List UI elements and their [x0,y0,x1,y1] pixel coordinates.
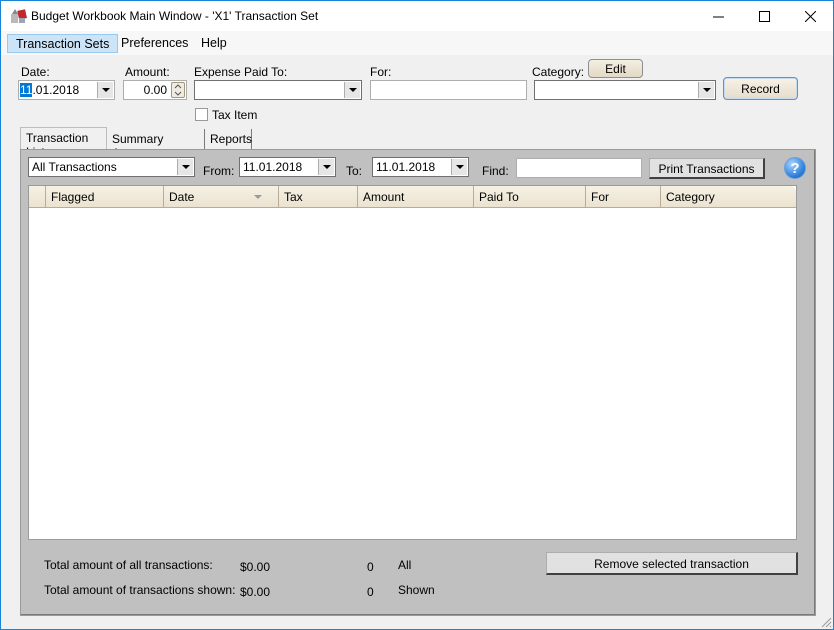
category-combobox[interactable] [534,80,716,100]
column-date-label: Date [169,190,195,204]
to-date-dropdown-button[interactable] [451,159,467,175]
column-paid-to[interactable]: Paid To [474,186,586,208]
amount-spin-buttons[interactable] [171,82,185,98]
resize-grip-icon[interactable] [820,616,832,628]
to-date-value: 11.01.2018 [376,160,436,174]
from-date-picker[interactable]: 11.01.2018 [239,157,336,177]
chevron-down-icon [322,165,331,169]
chevron-down-icon [348,88,357,92]
column-tax[interactable]: Tax [279,186,358,208]
transaction-filter-value: All Transactions [32,160,117,174]
title-bar: Budget Workbook Main Window - 'X1' Trans… [1,1,833,31]
tax-item-checkbox[interactable] [195,108,208,121]
date-selected-part: 11 [20,83,33,97]
menu-help[interactable]: Help [193,34,235,53]
category-dropdown-button[interactable] [698,82,714,98]
column-date[interactable]: Date [164,186,279,208]
spin-up-down-icon [174,84,182,96]
amount-label: Amount: [125,65,170,79]
row-header-column [29,186,46,208]
help-icon[interactable]: ? [784,157,806,179]
tax-item-label: Tax Item [212,108,258,122]
record-button[interactable]: Record [723,77,798,100]
edit-category-button[interactable]: Edit [588,59,643,78]
maximize-icon [758,10,770,22]
minimize-button[interactable] [695,1,741,31]
close-icon [804,10,816,22]
for-label: For: [370,65,392,79]
to-label: To: [346,164,363,178]
window-title: Budget Workbook Main Window - 'X1' Trans… [31,9,319,23]
chevron-down-icon [181,165,190,169]
tab-reports[interactable]: Reports [205,129,252,149]
column-amount[interactable]: Amount [358,186,474,208]
transaction-list-panel: All Transactions From: 11.01.2018 To: 11… [20,149,816,616]
transaction-filter-combobox[interactable]: All Transactions [28,157,195,177]
transactions-grid[interactable]: Flagged Date Tax Amount Paid To For Cate… [28,185,797,540]
total-shown-suffix: Shown [398,583,435,597]
amount-stepper[interactable]: 0.00 [123,80,187,100]
remove-selected-transaction-button[interactable]: Remove selected transaction [546,552,798,575]
total-all-count: 0 [367,560,374,574]
main-window: Budget Workbook Main Window - 'X1' Trans… [0,0,834,630]
chevron-down-icon [702,88,711,92]
sort-descending-icon [254,195,262,199]
date-label: Date: [21,65,50,79]
column-for[interactable]: For [586,186,661,208]
menu-bar: Transaction Sets Preferences Help [1,31,833,55]
app-icon [11,9,27,23]
paid-to-dropdown-button[interactable] [344,82,360,98]
paid-to-combobox[interactable] [194,80,362,100]
for-input[interactable] [370,80,527,100]
from-label: From: [203,164,235,178]
find-input[interactable] [516,158,642,178]
close-button[interactable] [787,1,833,31]
column-category[interactable]: Category [661,186,796,208]
maximize-button[interactable] [741,1,787,31]
menu-transaction-sets[interactable]: Transaction Sets [7,34,119,53]
tab-transaction-list[interactable]: Transaction List [20,127,107,159]
from-date-dropdown-button[interactable] [318,159,334,175]
menu-preferences[interactable]: Preferences [113,34,196,53]
chevron-down-icon [101,88,110,92]
date-rest-part: .01.2018 [32,83,80,97]
find-label: Find: [482,164,509,178]
print-transactions-button[interactable]: Print Transactions [649,158,765,179]
total-all-label: Total amount of all transactions: [44,558,213,572]
tab-summary-amounts[interactable]: Summary Amounts [107,129,205,160]
total-shown-label: Total amount of transactions shown: [44,583,236,597]
column-flagged[interactable]: Flagged [46,186,164,208]
total-shown-count: 0 [367,585,374,599]
paid-to-label: Expense Paid To: [194,65,288,79]
total-shown-amount: $0.00 [240,585,271,599]
grid-header: Flagged Date Tax Amount Paid To For Cate… [29,186,796,208]
total-all-suffix: All [398,558,412,572]
chevron-down-icon [455,165,464,169]
date-picker[interactable]: 11.01.2018 [18,80,115,100]
to-date-picker[interactable]: 11.01.2018 [372,157,469,177]
filter-dropdown-button[interactable] [177,159,193,175]
category-label: Category: [532,65,585,79]
total-all-amount: $0.00 [240,560,271,574]
date-dropdown-button[interactable] [97,82,113,98]
amount-value: 0.00 [143,83,167,97]
from-date-value: 11.01.2018 [243,160,303,174]
minimize-icon [712,16,724,17]
